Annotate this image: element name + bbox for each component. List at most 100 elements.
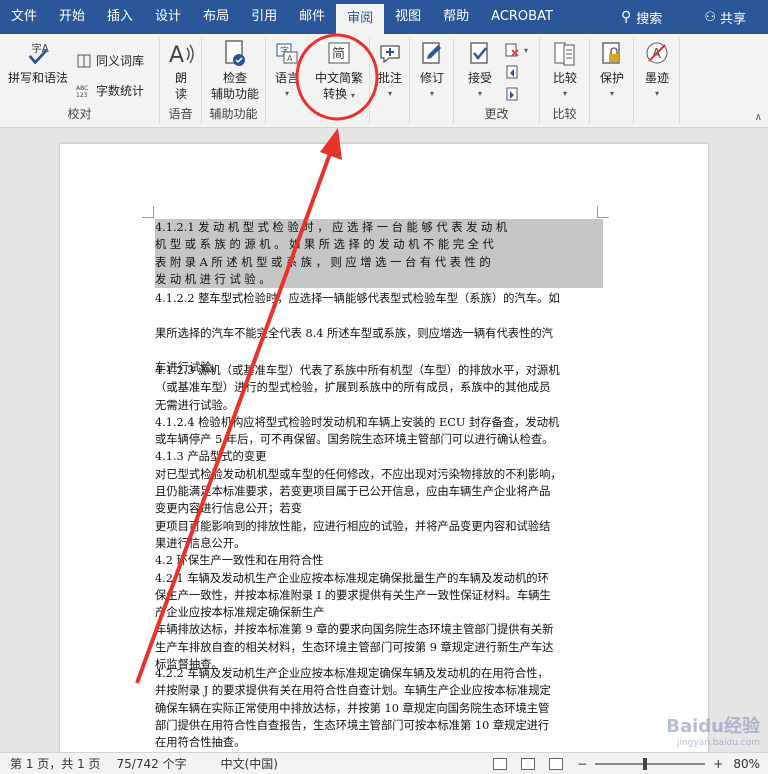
group-language: 字A 语言 ▾ bbox=[266, 38, 308, 124]
tab-3[interactable]: 设计 bbox=[144, 0, 192, 34]
zoom-controls: − + 80% bbox=[493, 757, 760, 771]
group-label-compare: 比较 bbox=[552, 107, 577, 121]
group-label-changes: 更改 bbox=[484, 107, 509, 121]
read-aloud-button[interactable]: A 朗 读 bbox=[164, 40, 198, 102]
text-line: 或车辆停产 5 年后，可不再保留。国务院生态环境主管部门可以进行确认检查。 bbox=[155, 433, 554, 447]
chinese-line1: 中文简繁 bbox=[314, 71, 363, 85]
spelling-grammar-button[interactable]: 字A 拼写和语法 bbox=[8, 40, 68, 86]
group-speech: A 朗 读 语音 bbox=[160, 38, 202, 124]
svg-text:A: A bbox=[287, 54, 293, 63]
svg-text:123: 123 bbox=[76, 92, 88, 98]
tab-1[interactable]: 开始 bbox=[48, 0, 96, 34]
tab-9[interactable]: 帮助 bbox=[432, 0, 480, 34]
language-status[interactable]: 中文(中国) bbox=[221, 755, 278, 772]
print-layout-icon[interactable] bbox=[521, 757, 536, 770]
paragraph-4-2-2[interactable]: 4.2.2 车辆及发动机生产企业应按本标准规定确保车辆及发动机的在用符合性， 并按… bbox=[155, 665, 603, 751]
document-page[interactable]: 4.1.2.1 发 动 机 型 式 检 验 时 ， 应 选 择 一 台 能 够 … bbox=[60, 144, 708, 752]
text-line: 4.1.3 产品型式的变更 bbox=[155, 450, 267, 464]
tab-6[interactable]: 邮件 bbox=[288, 0, 336, 34]
margin-corner-mark bbox=[597, 206, 609, 218]
paragraph-4-1-2-1-selected[interactable]: 4.1.2.1 发 动 机 型 式 检 验 时 ， 应 选 择 一 台 能 够 … bbox=[155, 219, 603, 289]
page-count[interactable]: 第 1 页，共 1 页 bbox=[10, 755, 101, 772]
text-line: 机 型 或 系 族 的 源 机 。 如 果 所 选 择 的 发 动 机 不 能 … bbox=[155, 236, 603, 254]
margin-corner-mark bbox=[142, 206, 154, 218]
zoom-level[interactable]: 80% bbox=[733, 757, 760, 771]
compare-label: 比较 bbox=[552, 71, 577, 85]
word-count-icon: ABC 123 bbox=[76, 83, 92, 99]
text-line: 4.1.2.2 整车型式检验时，应选择一辆能够代表型式检验车型（系族）的汽车。如 bbox=[155, 292, 560, 305]
word-count-button[interactable]: ABC 123 字数统计 bbox=[76, 82, 144, 99]
group-label-accessibility: 辅助功能 bbox=[209, 107, 258, 121]
tab-8[interactable]: 视图 bbox=[384, 0, 432, 34]
ink-label: 墨迹 bbox=[644, 71, 669, 85]
text-line: 表 附 录 A 所 述 机 型 或 系 族 ， 则 应 增 选 一 台 有 代 … bbox=[155, 253, 603, 271]
spelling-check-icon: 字A bbox=[24, 40, 52, 68]
collapse-ribbon-icon[interactable]: ∧ bbox=[755, 112, 762, 123]
text-line: 对已型式检验发动机机型或车型的任何修改，不应出现对污染物排放的不利影响， bbox=[155, 467, 562, 481]
text-line: 更项目可能影响到的排放性能，应进行相应的试验，并将产品变更内容和试验结 bbox=[155, 519, 551, 533]
svg-text:简: 简 bbox=[332, 46, 345, 62]
read-line2: 读 bbox=[174, 87, 187, 101]
tab-10[interactable]: ACROBAT bbox=[480, 0, 564, 34]
zoom-out-button[interactable]: − bbox=[577, 757, 587, 771]
wordcount-label: 字数统计 bbox=[96, 84, 145, 98]
book-icon bbox=[76, 53, 92, 69]
text-line: 生产车排放自查的相关材料，生态环境主管部门可按第 9 章规定进行新生产车达 bbox=[155, 640, 554, 654]
text-line: 产企业应按本标准规定确保新生产 bbox=[155, 606, 325, 620]
tell-me-search[interactable]: ⚲ 搜索 bbox=[621, 0, 662, 34]
tab-0[interactable]: 文件 bbox=[0, 0, 48, 34]
check-accessibility-button[interactable]: 检查 辅助功能 bbox=[206, 40, 264, 102]
text-line: 4.2.2 车辆及发动机生产企业应按本标准规定确保车辆及发动机的在用符合性， bbox=[155, 667, 549, 680]
svg-text:A: A bbox=[169, 43, 184, 68]
chinese-line2: 转换 ▾ bbox=[323, 87, 355, 101]
thesaurus-button[interactable]: 同义词库 bbox=[76, 52, 144, 69]
tab-2[interactable]: 插入 bbox=[96, 0, 144, 34]
web-layout-icon[interactable] bbox=[549, 757, 564, 770]
previous-change-button[interactable] bbox=[504, 64, 524, 80]
text-line bbox=[155, 342, 603, 359]
comments-label: 批注 bbox=[377, 71, 402, 85]
ribbon-tab-bar: 文件 开始 插入 设计 布局 引用 邮件 审阅 视图 帮助 ACROBAT ⚲ 搜索 ⚇ 共享 bbox=[0, 0, 768, 34]
group-comments: 批注 ▾ bbox=[370, 38, 410, 124]
protect-button[interactable]: 保护 ▾ bbox=[594, 40, 630, 102]
compare-button[interactable]: 比较 ▾ bbox=[544, 40, 586, 102]
svg-text:ABC: ABC bbox=[76, 85, 88, 92]
group-chinese-conversion: 简 中文简繁 转换 ▾ bbox=[308, 38, 370, 124]
tracking-label: 修订 bbox=[419, 71, 444, 85]
zoom-slider[interactable] bbox=[595, 757, 706, 770]
text-line: 变更内容进行信息公开；若变 bbox=[155, 502, 302, 516]
zoom-slider-thumb[interactable] bbox=[643, 757, 648, 770]
chevron-down-icon: ▾ bbox=[387, 89, 392, 98]
search-icon: ⚲ bbox=[621, 9, 632, 25]
tab-5[interactable]: 引用 bbox=[240, 0, 288, 34]
comments-button[interactable]: 批注 ▾ bbox=[372, 40, 408, 102]
ink-icon: A bbox=[643, 40, 671, 68]
tab-4[interactable]: 布局 bbox=[192, 0, 240, 34]
next-change-button[interactable] bbox=[504, 86, 524, 102]
tab-7[interactable]: 审阅 bbox=[336, 4, 385, 34]
paragraph-body[interactable]: 4.1.2.3 源机（或基准车型）代表了系族中所有机型（车型）的排放水平，对源机… bbox=[155, 362, 603, 673]
chevron-down-icon: ▾ bbox=[562, 89, 567, 98]
reject-button[interactable]: ▾ bbox=[504, 42, 528, 58]
chinese-conversion-icon: 简 bbox=[325, 40, 353, 68]
ink-button[interactable]: A 墨迹 ▾ bbox=[638, 40, 676, 102]
check-line1: 检查 bbox=[222, 71, 247, 85]
text-line: 保生产一致性，并按本标准附录 I 的要求提供有关生产一致性保证材料。车辆生 bbox=[155, 588, 551, 602]
svg-text:字A: 字A bbox=[31, 42, 48, 55]
chevron-down-icon: ▾ bbox=[654, 89, 659, 98]
share-button[interactable]: ⚇ 共享 bbox=[704, 0, 746, 34]
text-line: 果进行信息公开。 bbox=[155, 536, 246, 550]
text-line: 确保车辆在实际正常使用中排放达标，并按第 10 章规定向国务院生态环境主管 bbox=[155, 701, 550, 715]
read-mode-icon[interactable] bbox=[493, 757, 508, 770]
accept-button[interactable]: 接受 ▾ bbox=[460, 40, 500, 102]
word-count[interactable]: 75/742 个字 bbox=[117, 755, 187, 772]
language-button[interactable]: 字A 语言 ▾ bbox=[270, 40, 304, 102]
protect-label: 保护 bbox=[599, 71, 624, 85]
chinese-conversion-button[interactable]: 简 中文简繁 转换 ▾ bbox=[310, 40, 368, 104]
text-line: 4.1.2.4 检验机构应将型式检验时发动机和车辆上安装的 ECU 封存备查，发… bbox=[155, 415, 560, 429]
text-line: 4.1.2.1 发 动 机 型 式 检 验 时 ， 应 选 择 一 台 能 够 … bbox=[155, 219, 603, 237]
track-changes-button[interactable]: 修订 ▾ bbox=[414, 40, 450, 102]
group-ink: A 墨迹 ▾ bbox=[634, 38, 680, 124]
zoom-in-button[interactable]: + bbox=[713, 757, 723, 771]
text-line: 且仍能满足本标准要求，若变更项目属于已公开信息，应由车辆生产企业将产品 bbox=[155, 485, 551, 499]
